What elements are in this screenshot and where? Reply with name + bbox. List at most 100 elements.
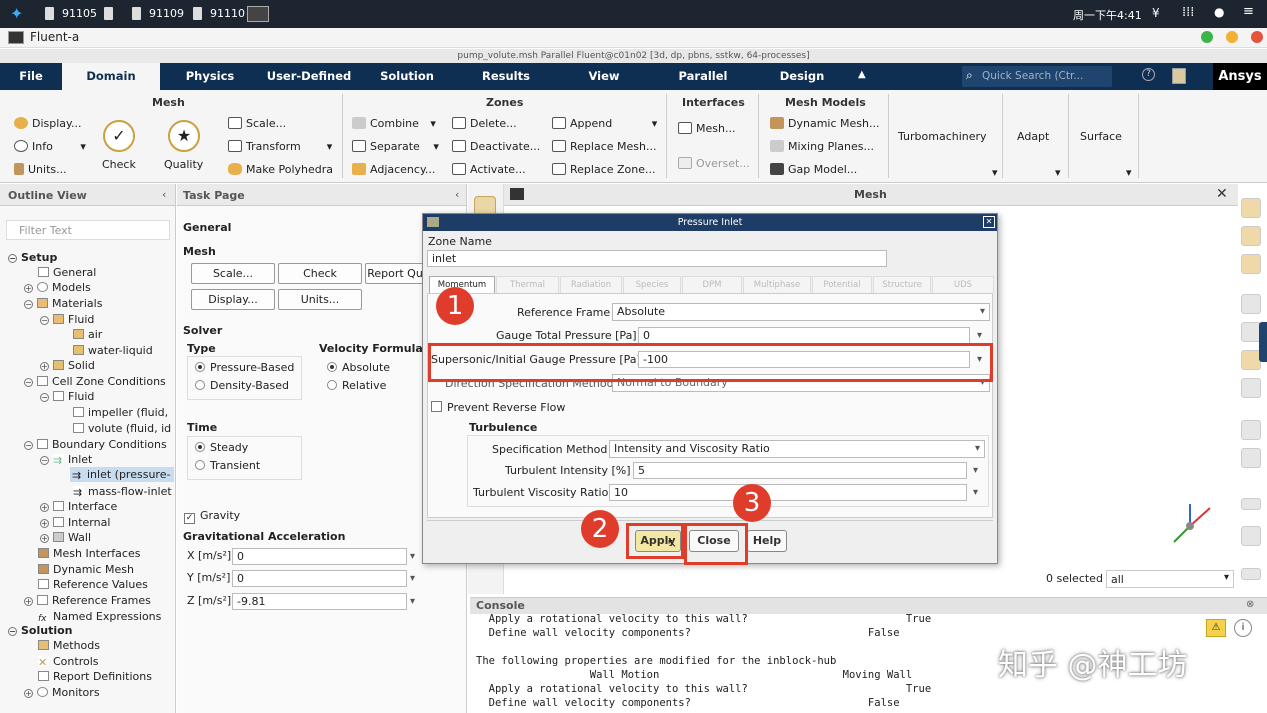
tree-internal[interactable]: + Internal bbox=[40, 516, 110, 529]
info-icon[interactable]: i bbox=[1234, 619, 1252, 637]
dropdown-arrow-icon[interactable]: ▾ bbox=[992, 166, 998, 179]
tab-user-defined[interactable]: User-Defined bbox=[260, 63, 358, 90]
zone-name-input[interactable]: inlet bbox=[427, 250, 887, 267]
taskbar-item[interactable]: 91105 bbox=[62, 7, 97, 20]
tree-dynamic-mesh[interactable]: Dynamic Mesh bbox=[38, 563, 134, 576]
quality-button[interactable]: ★ Quality bbox=[162, 120, 208, 172]
expand-icon[interactable]: + bbox=[40, 362, 49, 371]
mixing-planes-button[interactable]: Mixing Planes... bbox=[770, 140, 874, 153]
dropdown-arrow-icon[interactable]: ▾ bbox=[973, 465, 978, 476]
append-button[interactable]: Append ▾ bbox=[552, 117, 657, 130]
info-button[interactable]: Info ▾ bbox=[14, 140, 86, 153]
dropdown-arrow-icon[interactable]: ▾ bbox=[410, 573, 415, 584]
collapse-icon[interactable]: − bbox=[40, 393, 49, 402]
tree-methods[interactable]: Methods bbox=[38, 639, 100, 652]
undo-view-icon[interactable] bbox=[1241, 378, 1261, 398]
gauge-total-pressure-input[interactable]: 0 bbox=[638, 327, 970, 344]
toggle-icon[interactable] bbox=[1241, 568, 1261, 580]
collapse-icon[interactable]: − bbox=[8, 627, 17, 636]
warning-icon[interactable]: ⚠ bbox=[1206, 619, 1226, 637]
turbomachinery-button[interactable]: Turbomachinery bbox=[898, 130, 987, 143]
fit-view-icon[interactable] bbox=[1241, 350, 1261, 370]
gravity-checkbox[interactable]: ✓ Gravity bbox=[184, 509, 240, 524]
collapse-panel-icon[interactable]: ‹ bbox=[455, 188, 459, 201]
combine-button[interactable]: Combine ▾ bbox=[352, 117, 436, 130]
dropdown-arrow-icon[interactable]: ▾ bbox=[1055, 166, 1061, 179]
collapse-panel-icon[interactable]: ‹ bbox=[162, 188, 166, 201]
deactivate-button[interactable]: Deactivate... bbox=[452, 140, 540, 153]
density-based-radio[interactable]: Density-Based bbox=[195, 379, 289, 392]
tab-results[interactable]: Results bbox=[474, 63, 538, 90]
adjacency-button[interactable]: Adjacency... bbox=[352, 163, 435, 176]
prevent-reverse-flow-checkbox[interactable]: Prevent Reverse Flow bbox=[431, 401, 565, 414]
panel-expand-handle[interactable] bbox=[1259, 322, 1267, 362]
adapt-button[interactable]: Adapt bbox=[1017, 130, 1049, 143]
collapse-icon[interactable]: − bbox=[40, 456, 49, 465]
taskbar-item[interactable]: 91110 bbox=[210, 7, 245, 20]
make-polyhedra-button[interactable]: Make Polyhedra bbox=[228, 163, 333, 176]
tab-file[interactable]: File bbox=[10, 63, 52, 90]
tree-mesh-interfaces[interactable]: Mesh Interfaces bbox=[38, 547, 140, 560]
tree-reference-frames[interactable]: + Reference Frames bbox=[24, 594, 151, 607]
collapse-icon[interactable]: − bbox=[8, 254, 17, 263]
help-button[interactable]: Help bbox=[747, 530, 787, 552]
tree-inlet[interactable]: − ⇉ Inlet bbox=[40, 453, 92, 467]
ansys-taskbar-icon[interactable] bbox=[247, 6, 269, 22]
tree-setup[interactable]: − Setup bbox=[8, 251, 57, 264]
check-button[interactable]: Check bbox=[278, 263, 362, 284]
collapse-icon[interactable]: − bbox=[24, 378, 33, 387]
scale-button[interactable]: Scale... bbox=[191, 263, 275, 284]
expand-icon[interactable]: + bbox=[40, 519, 49, 528]
ruler-icon[interactable] bbox=[1241, 448, 1261, 468]
tree-mass-flow-inlet[interactable]: ⇉ mass-flow-inlet bbox=[73, 485, 172, 499]
apps-grid-icon[interactable]: ⁞⁞⁞ bbox=[1182, 5, 1194, 20]
tree-reference-values[interactable]: Reference Values bbox=[38, 578, 148, 591]
scale-button[interactable]: Scale... bbox=[228, 117, 286, 130]
pan-view-icon[interactable] bbox=[1241, 226, 1261, 246]
taskbar-item[interactable]: 91109 bbox=[149, 7, 184, 20]
expand-icon[interactable]: + bbox=[24, 597, 33, 606]
tree-fluid-zones[interactable]: − Fluid bbox=[40, 390, 94, 403]
rotate-view-icon[interactable] bbox=[1241, 198, 1261, 218]
transient-radio[interactable]: Transient bbox=[195, 459, 260, 472]
tree-cell-zone-conditions[interactable]: − Cell Zone Conditions bbox=[24, 375, 166, 388]
tree-volute[interactable]: volute (fluid, id bbox=[73, 422, 171, 435]
tab-radiation[interactable]: Radiation bbox=[560, 276, 622, 293]
z-gravity-input[interactable]: -9.81 bbox=[232, 593, 407, 610]
tree-controls[interactable]: ✕ Controls bbox=[38, 655, 99, 669]
tree-monitors[interactable]: + Monitors bbox=[24, 686, 100, 699]
tab-thermal[interactable]: Thermal bbox=[496, 276, 559, 293]
probe-icon[interactable] bbox=[1241, 322, 1261, 342]
quick-search[interactable]: ⌕ Quick Search (Ctr... bbox=[962, 66, 1112, 87]
tree-models[interactable]: + Models bbox=[24, 281, 91, 294]
activate-button[interactable]: Activate... bbox=[452, 163, 526, 176]
network-icon[interactable]: ¥ bbox=[1152, 6, 1160, 20]
transform-button[interactable]: Transform ▾ bbox=[228, 140, 332, 153]
dynamic-mesh-button[interactable]: Dynamic Mesh... bbox=[770, 117, 879, 130]
tab-physics[interactable]: Physics bbox=[176, 63, 244, 90]
display-button[interactable]: Display... bbox=[191, 289, 275, 310]
selection-filter-dropdown[interactable]: all ▾ bbox=[1106, 570, 1234, 588]
tree-impeller[interactable]: impeller (fluid, bbox=[73, 406, 168, 419]
pressure-based-radio[interactable]: Pressure-Based bbox=[195, 361, 294, 374]
dropdown-arrow-icon[interactable]: ▾ bbox=[1126, 166, 1132, 179]
tab-dpm[interactable]: DPM bbox=[682, 276, 742, 293]
tree-solid[interactable]: + Solid bbox=[40, 359, 95, 372]
tab-solution[interactable]: Solution bbox=[372, 63, 442, 90]
tab-uds[interactable]: UDS bbox=[932, 276, 994, 293]
console-close-icon[interactable]: ⊗ bbox=[1246, 599, 1254, 610]
steady-radio[interactable]: Steady bbox=[195, 441, 248, 454]
tree-fluid-materials[interactable]: − Fluid bbox=[40, 313, 94, 326]
tree-inlet-pressure[interactable]: ⇉ inlet (pressure- bbox=[70, 467, 174, 482]
tab-domain[interactable]: Domain bbox=[62, 63, 160, 90]
gap-model-button[interactable]: Gap Model... bbox=[770, 163, 857, 176]
collapse-ribbon-icon[interactable]: ▲ bbox=[858, 69, 866, 80]
tab-structure[interactable]: Structure bbox=[873, 276, 931, 293]
turbulent-viscosity-ratio-input[interactable]: 10 bbox=[609, 484, 967, 501]
delete-button[interactable]: Delete... bbox=[452, 117, 517, 130]
specification-method-dropdown[interactable]: Intensity and Viscosity Ratio bbox=[609, 440, 985, 458]
minimize-button[interactable] bbox=[1201, 31, 1213, 43]
copy-icon[interactable] bbox=[1241, 526, 1261, 546]
tab-potential[interactable]: Potential bbox=[812, 276, 872, 293]
expand-icon[interactable]: + bbox=[24, 284, 33, 293]
